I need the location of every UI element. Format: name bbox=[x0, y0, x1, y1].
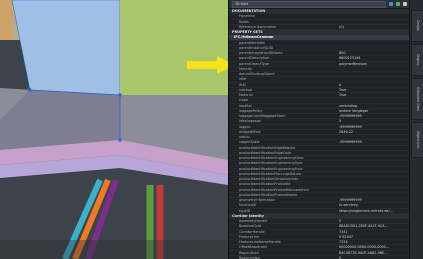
property-name: CorridorHandle bbox=[239, 229, 265, 234]
property-name: productIdentificationEdgeCode bbox=[239, 150, 292, 155]
property-value[interactable]: 7341 bbox=[337, 230, 410, 234]
property-name: productIdentificationPlanungsDatum bbox=[239, 171, 302, 176]
property-name: Identity bbox=[239, 66, 252, 71]
property-name: loggageCarlaBaggageStart bbox=[239, 114, 285, 118]
property-name: geometryInformation bbox=[239, 198, 276, 202]
property-name: productIdentificationSerialnummer bbox=[239, 177, 299, 181]
tab-extended-data[interactable]: Extended Data bbox=[411, 78, 423, 120]
property-value[interactable]: 0 bbox=[337, 219, 410, 223]
property-value[interactable]: True bbox=[337, 88, 410, 92]
property-name: productIdentificationProduktKennzeichen bbox=[239, 187, 309, 192]
property-value[interactable]: -9999999999 bbox=[337, 125, 410, 129]
property-value[interactable]: -9999999999 bbox=[337, 198, 410, 202]
properties-list: DOCUMENTATION Hyperlink Notes Reference doc… bbox=[229, 9, 410, 259]
property-name: BaselineGuid bbox=[239, 224, 262, 229]
property-name: Hyperlink bbox=[239, 14, 256, 19]
property-name: Material bbox=[239, 93, 253, 97]
property-name: datumStartingObject bbox=[239, 72, 275, 76]
property-value[interactable]: B4C4873E-9A0F-4A62-9BE... bbox=[337, 251, 410, 255]
property-name: parentDescription bbox=[239, 56, 270, 61]
property-value[interactable]: 2846.22 bbox=[337, 130, 410, 134]
property-name: ifcEl bbox=[239, 82, 247, 87]
property-name: typeID bbox=[239, 208, 251, 213]
application-window: 3D Solid DOCUMENTATION Hyperlink Notes Refe… bbox=[0, 0, 423, 259]
tab-object-info[interactable]: Object Info bbox=[411, 122, 423, 158]
property-name: parentInstanceGUID bbox=[239, 45, 274, 50]
property-name: midgetEffect bbox=[239, 129, 261, 134]
property-name: parentIdentifier bbox=[239, 40, 266, 45]
property-value[interactable]: (0) bbox=[337, 25, 410, 29]
property-name: productIdentificationEngineeringFunc bbox=[239, 166, 303, 171]
property-value[interactable]: True bbox=[337, 93, 410, 97]
property-name: parentIntegrationIDName bbox=[239, 51, 283, 55]
property-name: loggagePolicy bbox=[239, 108, 263, 113]
property-name: productIdentificationProduktId bbox=[239, 182, 291, 187]
property-name: slope bbox=[239, 98, 249, 103]
property-name: loadBal bbox=[239, 103, 252, 108]
property-value[interactable]: -9999999999 bbox=[337, 140, 410, 144]
slab-green bbox=[120, 0, 228, 95]
property-value[interactable]: 8BA0C9D1-280F-441F-9CA... bbox=[337, 224, 410, 228]
property-value[interactable]: https://singlemem.enfrakt.de/... bbox=[337, 209, 410, 213]
property-name: xRef bbox=[239, 77, 247, 82]
selected-slab-blue[interactable] bbox=[11, 0, 121, 96]
property-name: AssemblyHandle bbox=[239, 219, 268, 223]
object-type-dropdown[interactable]: 3D Solid bbox=[232, 0, 386, 8]
property-name: isActual bbox=[239, 87, 253, 92]
property-name: cappinSable bbox=[239, 140, 260, 145]
model-viewport[interactable] bbox=[0, 0, 228, 259]
property-name: FeatureLine bbox=[239, 234, 259, 239]
toggle-pickadd-icon[interactable] bbox=[403, 2, 407, 6]
property-name: loggeo bbox=[239, 124, 251, 129]
property-value[interactable]: a bbox=[337, 83, 410, 87]
property-name: lidtsiloggage bbox=[239, 119, 261, 124]
panel-header: 3D Solid bbox=[229, 0, 410, 9]
property-name: Reference documents bbox=[239, 24, 277, 29]
property-value[interactable]: 8800125144 bbox=[337, 56, 410, 60]
property-name: Notes bbox=[239, 19, 249, 24]
properties-panel: 3D Solid DOCUMENTATION Hyperlink Notes Refe… bbox=[228, 0, 410, 259]
property-name: OffsetBaselineId bbox=[239, 245, 267, 250]
property-value[interactable]: verbindlog bbox=[337, 104, 410, 108]
property-value[interactable]: 00000000-0000-0000-0000... bbox=[337, 245, 410, 249]
property-name: productIdentificationProduktName bbox=[239, 192, 298, 197]
property-value[interactable]: in-serviceg bbox=[337, 203, 410, 207]
property-value[interactable]: 5 bbox=[337, 119, 410, 123]
property-value[interactable]: 9 62047 bbox=[337, 235, 410, 239]
property-value[interactable]: 7324 bbox=[337, 240, 410, 244]
property-name: productIdentificationEngineeringType bbox=[239, 161, 303, 166]
tab-design[interactable]: Design bbox=[411, 10, 423, 42]
property-name: RegionGuid bbox=[239, 250, 259, 255]
property-value[interactable]: andere Vergleger bbox=[337, 109, 410, 113]
property-value[interactable]: polymerRevision bbox=[337, 62, 410, 66]
quick-select-icon[interactable] bbox=[396, 2, 400, 6]
property-value[interactable]: -9999999999 bbox=[337, 114, 410, 118]
property-name: productIdentificationEngineeringClass bbox=[239, 156, 304, 160]
property-name: FeatureLineNameHandle bbox=[239, 240, 281, 244]
property-name: parentObjectType bbox=[239, 61, 269, 66]
property-name: nathiu bbox=[239, 135, 250, 139]
select-objects-icon[interactable] bbox=[389, 2, 393, 6]
property-name: productidentificationEdgeRegular bbox=[239, 145, 296, 150]
property-value[interactable]: 800 bbox=[337, 51, 410, 55]
viewport-scene bbox=[0, 0, 228, 259]
tab-display[interactable]: Display bbox=[411, 44, 423, 76]
vertical-tab-strip: Design Display Extended Data Object Info bbox=[409, 0, 423, 259]
property-name: functionAl bbox=[239, 203, 257, 208]
